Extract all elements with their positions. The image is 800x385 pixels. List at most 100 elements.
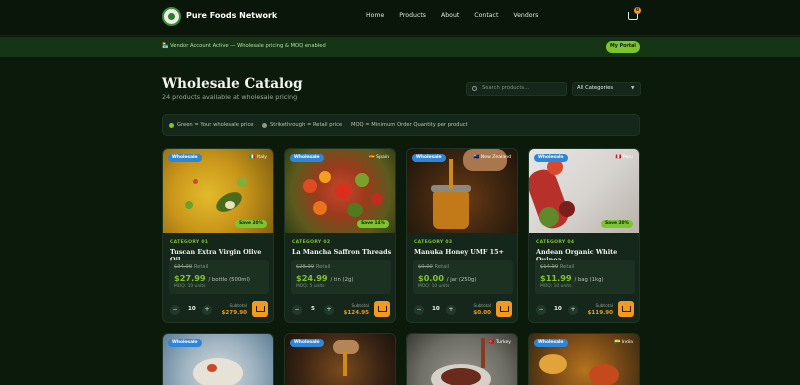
wholesale-price-line: $24.99 / tin (2g) [296,273,353,283]
origin-label: 🇵🇪 Peru [615,155,633,160]
product-card[interactable]: Wholesale [162,333,274,385]
origin-label: 🇹🇷 Turkey [488,340,511,345]
product-card[interactable]: Wholesale 🇪🇸 Spain Save 14% CATEGORY 02 … [284,148,396,323]
legend-item-wholesale: Green = Your wholesale price [177,122,254,128]
subtotal-value: $119.90 [587,310,613,316]
save-badge: Save 20% [600,220,633,228]
wholesale-price-line: $0.00 / jar (250g) [418,273,476,283]
product-category: CATEGORY 01 [170,240,209,245]
wholesale-price: $11.99 [540,273,572,283]
wholesale-badge: Wholesale [412,154,446,162]
brand-name[interactable]: Pure Foods Network [186,11,277,20]
wholesale-badge: Wholesale [534,154,568,162]
retail-price: $28.99 [296,264,315,270]
wholesale-badge: Wholesale [534,339,568,347]
qty-increase-button[interactable]: + [446,305,456,315]
price-unit: / bottle (500ml) [208,277,250,283]
price-unit: / bag (1kg) [574,277,604,283]
price-unit: / tin (2g) [330,277,354,283]
retail-price-line: $34.99 Retail [174,264,208,270]
retail-price-line: $14.99 Retail [540,264,574,270]
nav-link-home[interactable]: Home [366,12,384,19]
qty-decrease-button[interactable]: − [536,305,546,315]
cart-count-badge: 0 [634,7,641,14]
retail-label: Retail [559,264,575,270]
nav-link-about[interactable]: About [441,12,459,19]
retail-price: $0.00 [418,264,433,270]
qty-decrease-button[interactable]: − [170,305,180,315]
brand-logo-icon[interactable] [162,7,181,26]
legend-green-dot-icon [169,123,174,128]
legend-grey-dot-icon [262,123,267,128]
retail-label: Retail [193,264,209,270]
wholesale-price-line: $27.99 / bottle (500ml) [174,273,250,283]
origin-label: 🇮🇹 Italy [249,155,267,160]
wholesale-badge: Wholesale [168,154,202,162]
product-category: CATEGORY 03 [414,240,453,245]
qty-value[interactable]: 10 [554,306,562,312]
product-card[interactable]: Wholesale 🇳🇿 New Zealand CATEGORY 03 Man… [406,148,518,323]
legend-item-moq: MOQ = Minimum Order Quantity per product [351,122,468,128]
wholesale-badge: Wholesale [290,154,324,162]
subtotal-value: $0.00 [473,310,491,316]
page-title: Wholesale Catalog [162,76,303,92]
moq-label: MOQ: 5 units [296,284,325,289]
qty-value[interactable]: 10 [188,306,196,312]
moq-label: MOQ: 10 units [418,284,450,289]
vendor-banner-text: 🏪 Vendor Account Active — Wholesale pric… [162,43,326,49]
legend-item-retail: Strikethrough = Retail price [270,122,343,128]
product-category: CATEGORY 02 [292,240,331,245]
product-card[interactable]: Wholesale 🇮🇹 Italy Save 20% CATEGORY 01 … [162,148,274,323]
retail-price: $14.99 [540,264,559,270]
subtotal-label: Subtotal [351,303,369,308]
moq-label: MOQ: 10 units [540,284,572,289]
search-placeholder: Search products... [482,85,530,91]
nav-link-vendors[interactable]: Vendors [513,12,538,19]
add-to-cart-button[interactable] [374,301,390,317]
qty-value[interactable]: 5 [311,306,315,312]
search-icon [472,86,477,91]
retail-label: Retail [315,264,331,270]
qty-increase-button[interactable]: + [568,305,578,315]
wholesale-badge: Wholesale [168,339,202,347]
wholesale-badge: Wholesale [290,339,324,347]
product-card[interactable]: 🇹🇷 Turkey [406,333,518,385]
origin-label: 🇮🇳 India [614,340,633,345]
qty-value[interactable]: 10 [432,306,440,312]
product-category: CATEGORY 04 [536,240,575,245]
product-card[interactable]: Wholesale 🇮🇳 India [528,333,640,385]
add-to-cart-button[interactable] [618,301,634,317]
retail-price-line: $28.99 Retail [296,264,330,270]
subtotal-value: $279.90 [221,310,247,316]
subtotal-label: Subtotal [229,303,247,308]
chevron-down-icon: ▼ [631,86,635,91]
my-portal-button[interactable]: My Portal [606,41,640,53]
qty-increase-button[interactable]: + [324,305,334,315]
origin-label: 🇳🇿 New Zealand [473,155,511,160]
qty-decrease-button[interactable]: − [292,305,302,315]
wholesale-price-line: $11.99 / bag (1kg) [540,273,604,283]
qty-decrease-button[interactable]: − [414,305,424,315]
subtotal-value: $124.95 [343,310,369,316]
product-card[interactable]: Wholesale 🇵🇪 Peru Save 20% CATEGORY 04 A… [528,148,640,323]
add-to-cart-button[interactable] [252,301,268,317]
qty-increase-button[interactable]: + [202,305,212,315]
retail-label: Retail [434,264,450,270]
nav-link-products[interactable]: Products [399,12,426,19]
moq-label: MOQ: 10 units [174,284,206,289]
save-badge: Save 20% [234,220,267,228]
nav-link-contact[interactable]: Contact [474,12,498,19]
retail-price: $34.99 [174,264,193,270]
wholesale-price: $0.00 [418,273,444,283]
save-badge: Save 14% [356,220,389,228]
subtotal-label: Subtotal [595,303,613,308]
wholesale-price: $27.99 [174,273,206,283]
origin-label: 🇪🇸 Spain [368,155,389,160]
wholesale-price: $24.99 [296,273,328,283]
category-select-value: All Categories [577,85,614,91]
product-name[interactable]: La Mancha Saffron Threads [292,248,391,256]
product-name[interactable]: Manuka Honey UMF 15+ [414,248,504,256]
product-card[interactable]: Wholesale [284,333,396,385]
price-unit: / jar (250g) [446,277,477,283]
add-to-cart-button[interactable] [496,301,512,317]
